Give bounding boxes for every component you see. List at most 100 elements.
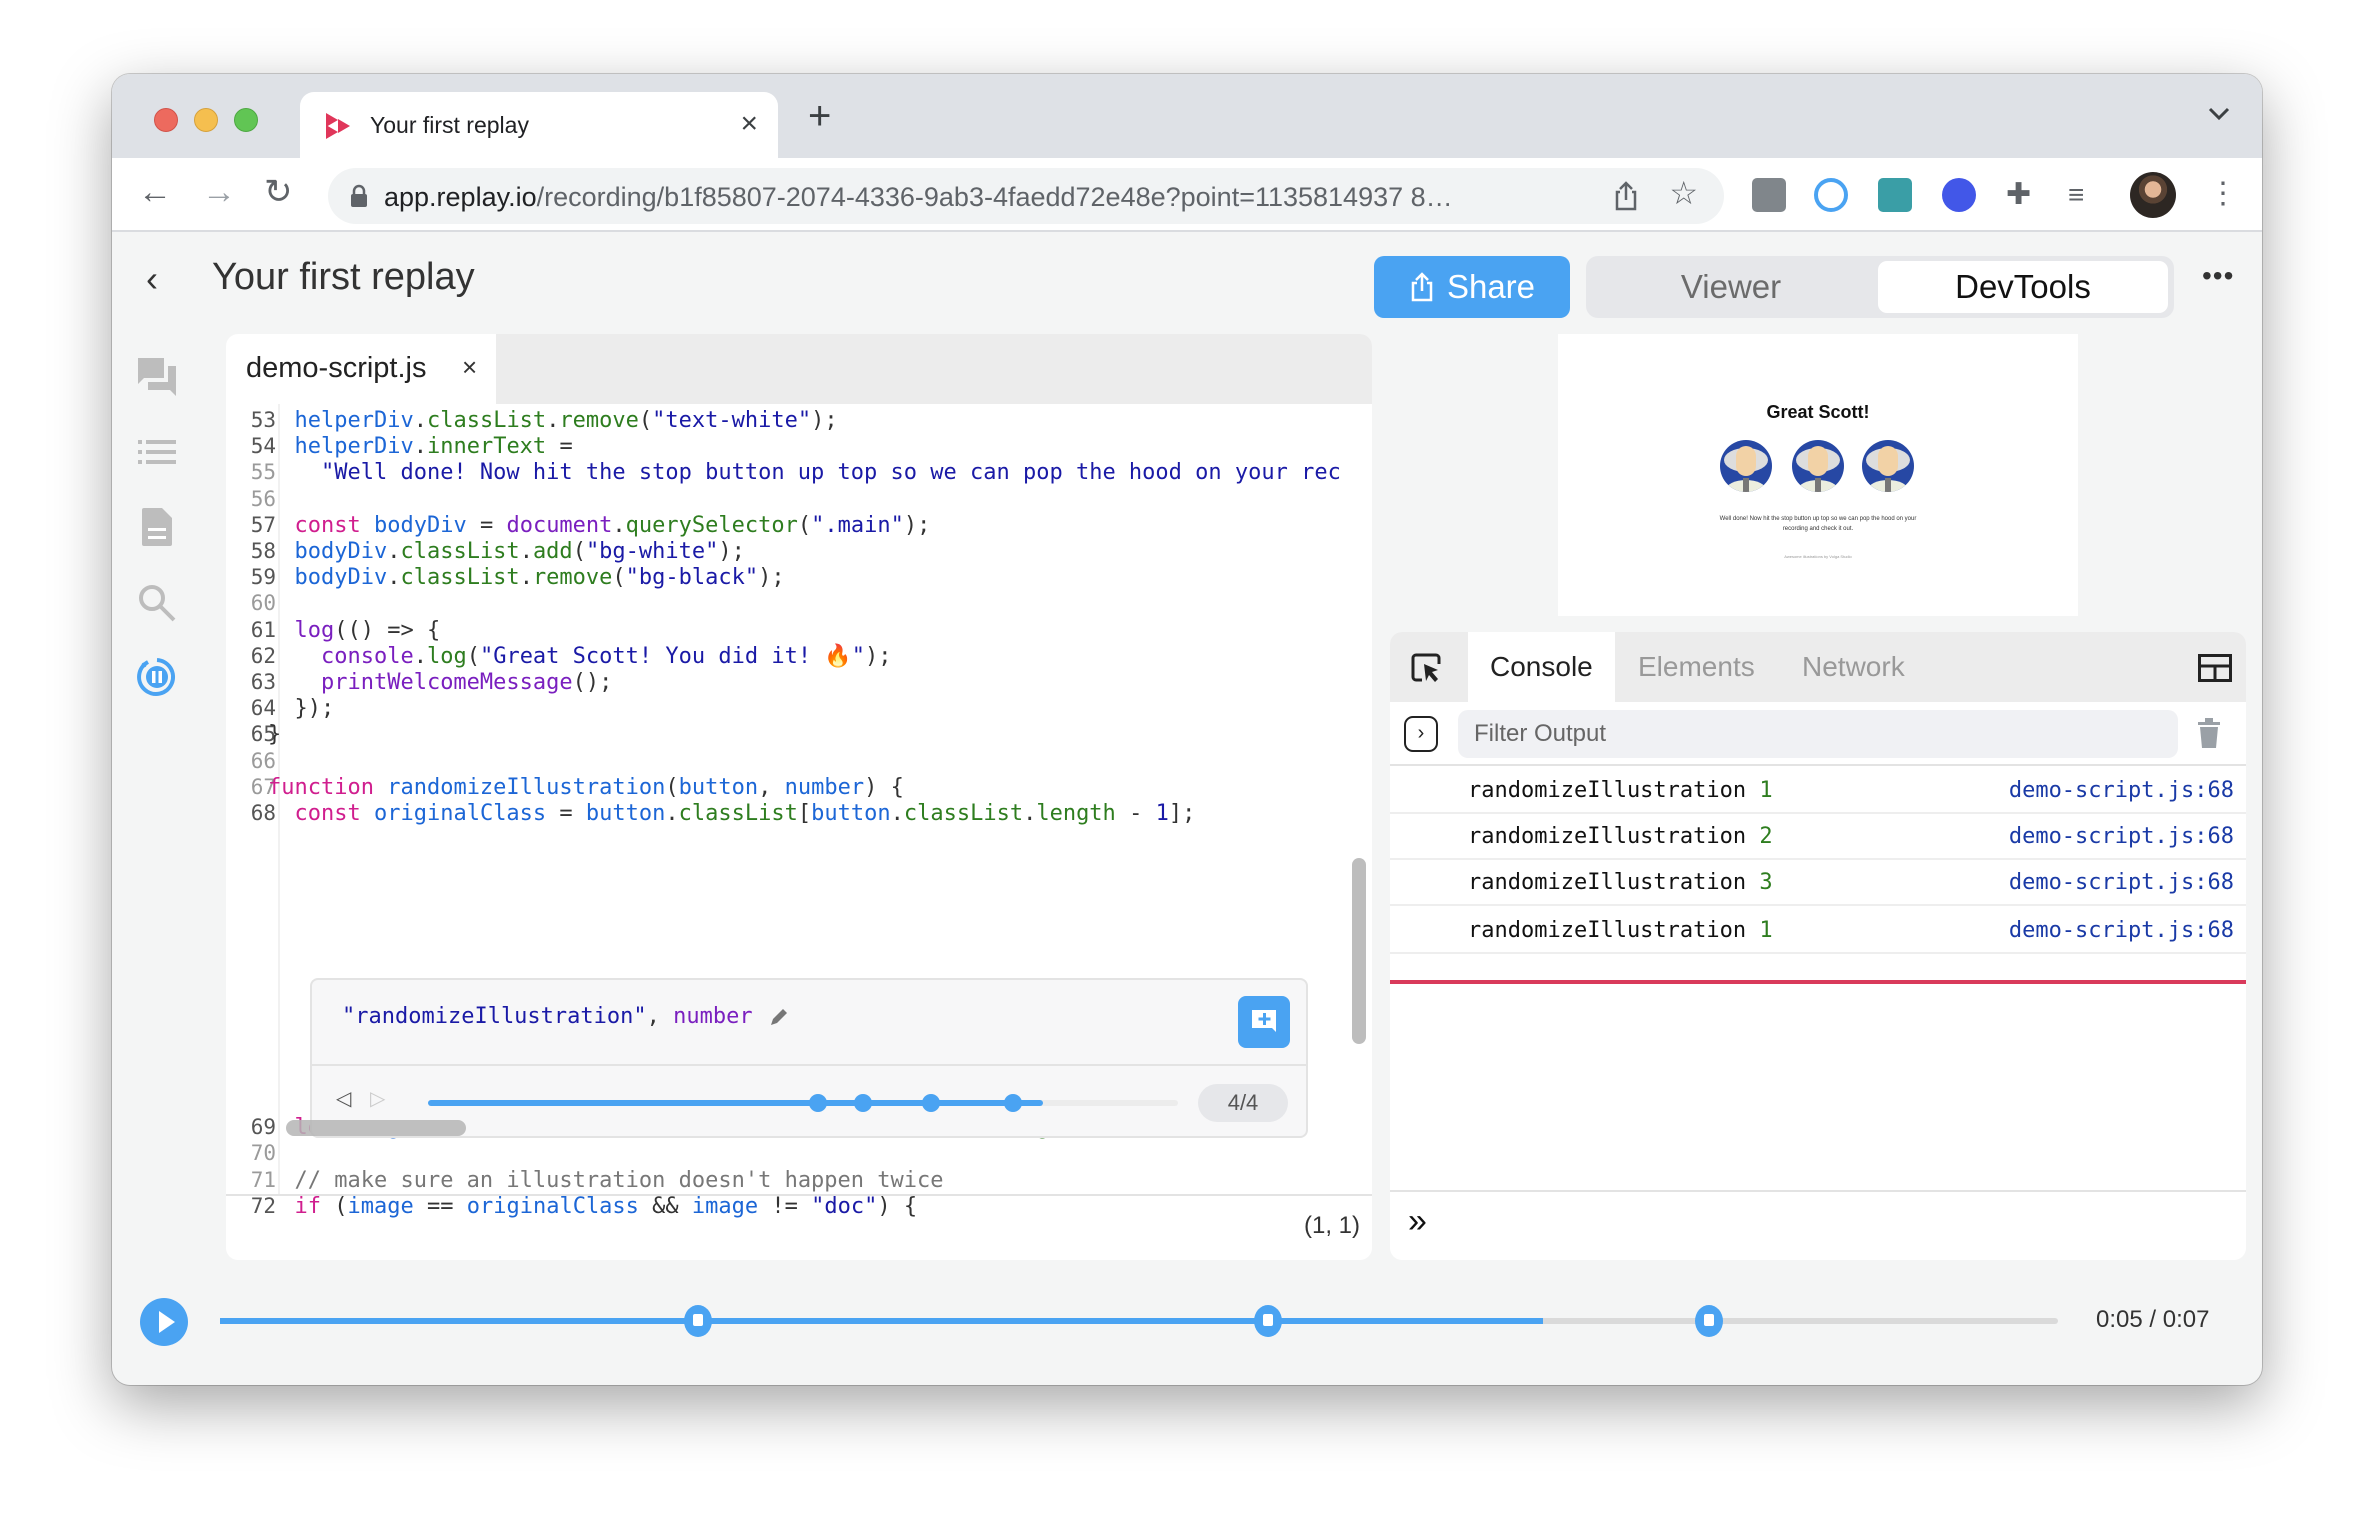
new-tab-button[interactable]: + [808, 96, 831, 136]
share-button[interactable]: Share [1374, 256, 1570, 318]
hit-marker[interactable] [809, 1094, 827, 1112]
next-hit-button[interactable]: ▷ [370, 1086, 385, 1111]
current-time: 0:05 [2096, 1306, 2143, 1333]
message-text: randomizeIllustration 2 [1468, 824, 1773, 849]
diamond-icon[interactable] [1878, 178, 1912, 212]
close-window-button[interactable] [154, 108, 178, 132]
devtools-panel: Console Elements Network › randomizeIllu… [1390, 632, 2246, 1260]
preview-message: Well done! Now hit the stop button up to… [1719, 516, 1917, 532]
comment-marker[interactable] [1253, 1305, 1282, 1337]
comment-marker[interactable] [1694, 1305, 1723, 1337]
browser-menu-button[interactable]: ⋮ [2208, 172, 2238, 216]
console-message[interactable]: randomizeIllustration 3 demo-script.js:68 [1390, 860, 2246, 906]
share-label: Share [1446, 268, 1536, 305]
code-line: helperDiv.classList.remove("text-white")… [294, 408, 838, 433]
share-page-icon[interactable] [1610, 180, 1642, 212]
element-picker-icon[interactable] [1410, 652, 1442, 684]
total-time: 0:07 [2162, 1306, 2210, 1333]
viewer-toggle[interactable]: Viewer [1586, 256, 1876, 318]
console-message[interactable]: randomizeIllustration 2 demo-script.js:68 [1390, 814, 2246, 860]
message-source-link[interactable]: demo-script.js:68 [2009, 824, 2234, 849]
play-button[interactable] [140, 1298, 188, 1346]
view-toggle: Viewer DevTools [1586, 256, 2174, 318]
console-message[interactable]: randomizeIllustration 1 demo-script.js:68 [1390, 908, 2246, 954]
edit-pencil-icon[interactable] [768, 1006, 790, 1028]
recording-title[interactable]: Your first replay [212, 256, 475, 299]
browser-toolbar: ← → ↻ app.replay.io/recording/b1f85807-2… [112, 158, 2262, 232]
password-lock-icon[interactable] [1814, 178, 1848, 212]
toggle-layout-icon[interactable] [2198, 654, 2232, 682]
paused-position-indicator [1390, 980, 2246, 984]
comments-icon[interactable] [136, 356, 178, 398]
tab-close-button[interactable]: × [740, 106, 758, 142]
browser-window: Your first replay × + ← → ↻ app.replay.i… [112, 74, 2262, 1385]
message-text: randomizeIllustration 3 [1468, 870, 1773, 895]
filter-drawer-toggle[interactable]: › [1404, 716, 1438, 752]
timeline-progress [220, 1318, 1544, 1324]
hit-marker[interactable] [854, 1094, 872, 1112]
outline-icon[interactable] [136, 432, 178, 474]
back-to-library-button[interactable]: ‹ [146, 258, 158, 300]
hit-timeline[interactable] [428, 1094, 1178, 1112]
hit-marker[interactable] [1004, 1094, 1022, 1112]
comment-marker[interactable] [683, 1305, 712, 1337]
code-line: }); [294, 696, 335, 722]
tab-search-button[interactable] [2208, 100, 2230, 128]
filter-output-input[interactable] [1458, 710, 2178, 758]
file-tab-close-button[interactable]: × [462, 352, 477, 383]
horizontal-scrollbar[interactable] [286, 1120, 466, 1136]
vertical-scrollbar[interactable] [1352, 858, 1366, 1044]
divider [312, 1064, 1306, 1066]
illustration-avatar [1792, 440, 1844, 492]
browser-tab[interactable]: Your first replay × [300, 92, 778, 158]
illustration-avatar [1862, 440, 1914, 492]
devtools-tab-bar: Console Elements Network [1390, 632, 2246, 702]
maximize-window-button[interactable] [234, 108, 258, 132]
previous-hit-button[interactable]: ◁ [336, 1086, 351, 1111]
editor-footer: (1, 1) [226, 1194, 1372, 1260]
back-button[interactable]: ← [138, 172, 172, 212]
code-line: "Well done! Now hit the stop button up t… [320, 460, 1341, 486]
tab-console[interactable]: Console [1468, 632, 1615, 702]
message-source-link[interactable]: demo-script.js:68 [2009, 778, 2234, 803]
tab-elements[interactable]: Elements [1616, 632, 1777, 702]
console-message[interactable]: randomizeIllustration 1 demo-script.js:68 [1390, 768, 2246, 814]
address-bar[interactable]: app.replay.io/recording/b1f85807-2074-43… [328, 168, 1724, 224]
console-filter-bar: › [1390, 702, 2246, 766]
tab-network[interactable]: Network [1780, 632, 1927, 702]
more-options-button[interactable]: ••• [2202, 260, 2234, 292]
sources-icon[interactable] [136, 506, 178, 548]
moon-icon[interactable] [1942, 178, 1976, 212]
log-point-expression[interactable]: "randomizeIllustration", number [342, 1004, 753, 1029]
reload-button[interactable]: ↻ [264, 172, 293, 212]
line-number[interactable]: 60 [226, 591, 278, 615]
hit-marker[interactable] [921, 1094, 940, 1112]
line-number[interactable]: 56 [226, 487, 278, 511]
video-preview[interactable]: Great Scott! Well done! Now hit the stop… [1558, 334, 2078, 616]
file-tab[interactable]: demo-script.js × [226, 334, 496, 404]
puzzle-icon[interactable]: ✚ [2006, 178, 2040, 212]
replay-paused-icon[interactable] [136, 656, 178, 698]
devtools-toggle[interactable]: DevTools [1878, 261, 2168, 313]
code-line: const originalClass = button.classList[b… [294, 801, 1196, 826]
bookmark-star-icon[interactable]: ☆ [1669, 174, 1698, 212]
message-source-link[interactable]: demo-script.js:68 [2009, 918, 2234, 943]
playback-time: 0:05 / 0:07 [2096, 1306, 2210, 1333]
line-number[interactable]: 66 [226, 749, 278, 773]
keep-icon[interactable] [1752, 178, 1786, 212]
forward-button[interactable]: → [202, 172, 236, 212]
code-line: bodyDiv.classList.remove("bg-black"); [294, 565, 785, 591]
search-icon[interactable] [136, 582, 178, 624]
clear-console-icon[interactable] [2198, 718, 2220, 748]
line-number[interactable]: 70 [226, 1141, 278, 1165]
tab-strip: Your first replay × + [112, 74, 2262, 158]
hit-timeline-progress [428, 1100, 1043, 1106]
minimize-window-button[interactable] [194, 108, 218, 132]
add-comment-button[interactable] [1238, 996, 1290, 1048]
profile-avatar[interactable] [2130, 172, 2176, 218]
timeline-scrubber[interactable] [220, 1305, 2058, 1337]
media-icon[interactable]: ≡ [2068, 178, 2102, 212]
code-line: // make sure an illustration doesn't hap… [294, 1167, 944, 1193]
console-prompt-icon[interactable]: » [1408, 1202, 1427, 1241]
message-source-link[interactable]: demo-script.js:68 [2009, 870, 2234, 895]
